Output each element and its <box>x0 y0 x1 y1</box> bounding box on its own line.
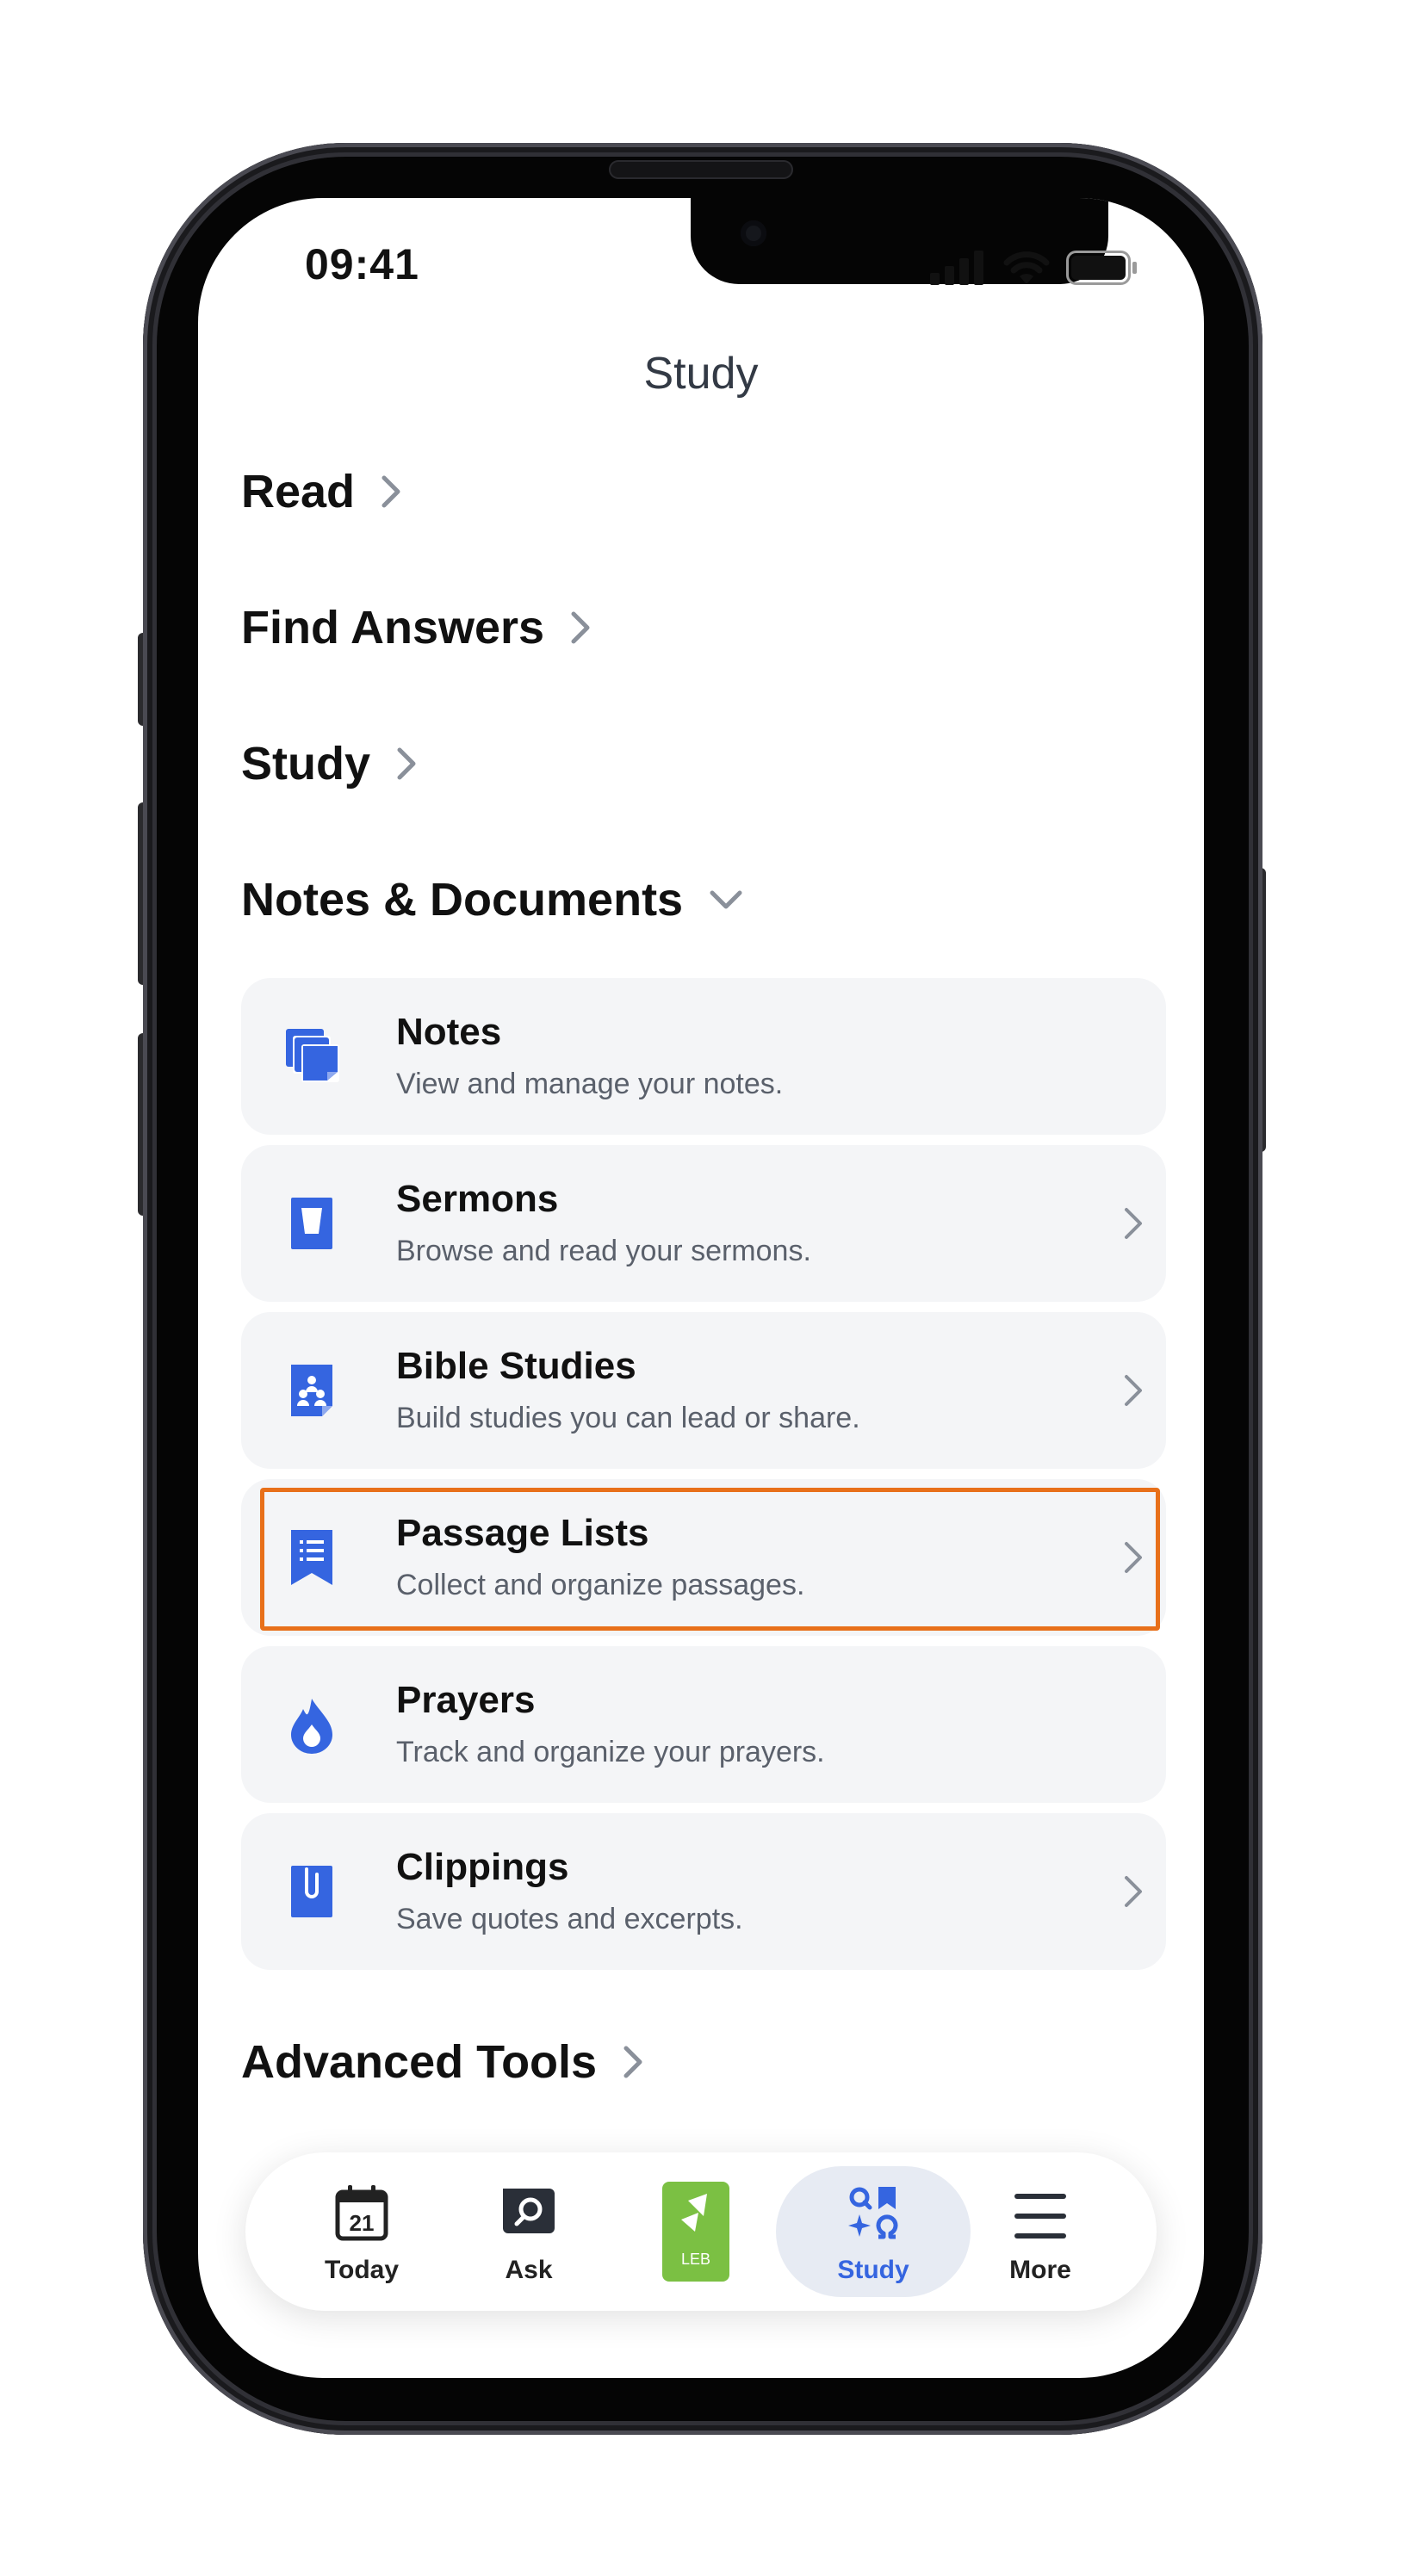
card-subtitle: Save quotes and excerpts. <box>396 1903 743 1935</box>
section-find-answers-label: Find Answers <box>241 602 545 653</box>
card-bible-studies[interactable]: Bible Studies Build studies you can lead… <box>241 1312 1166 1469</box>
chevron-right-icon <box>571 611 590 644</box>
calendar-date: 21 <box>350 2210 375 2236</box>
card-subtitle: Collect and organize passages. <box>396 1569 805 1601</box>
section-study-label: Study <box>241 738 371 790</box>
card-title: Sermons <box>396 1178 559 1220</box>
card-title: Notes <box>396 1011 502 1053</box>
bible-study-icon <box>291 1365 332 1416</box>
status-time: 09:41 <box>305 240 419 288</box>
study-tools-icon <box>848 2187 898 2239</box>
front-camera <box>741 220 766 246</box>
chevron-right-icon <box>382 475 400 508</box>
earpiece-speaker <box>609 160 793 179</box>
card-title: Bible Studies <box>396 1345 636 1387</box>
passage-list-icon <box>291 1530 332 1585</box>
card-subtitle: Track and organize your prayers. <box>396 1736 825 1768</box>
tab-more[interactable]: More <box>958 2152 1122 2311</box>
chevron-right-icon <box>623 2046 642 2078</box>
tab-ask[interactable]: Ask <box>447 2152 611 2311</box>
card-passage-lists[interactable]: Passage Lists Collect and organize passa… <box>241 1479 1166 1636</box>
tab-more-label: More <box>1009 2256 1071 2284</box>
card-subtitle: Browse and read your sermons. <box>396 1235 811 1267</box>
card-sermons[interactable]: Sermons Browse and read your sermons. <box>241 1145 1166 1302</box>
chevron-right-icon <box>397 747 416 780</box>
section-read[interactable]: Read <box>241 465 401 518</box>
prayer-flame-icon <box>291 1699 332 1754</box>
section-find-answers[interactable]: Find Answers <box>241 601 591 654</box>
card-subtitle: Build studies you can lead or share. <box>396 1402 860 1434</box>
card-title: Clippings <box>396 1846 569 1888</box>
battery-icon <box>1066 251 1137 285</box>
bible-version-badge: LEB <box>681 2251 710 2268</box>
tab-ask-label: Ask <box>505 2256 553 2284</box>
section-advanced-tools[interactable]: Advanced Tools <box>241 2035 643 2089</box>
tab-bar: 21 Today Ask LEB Study More <box>245 2152 1157 2311</box>
card-title: Prayers <box>396 1679 536 1721</box>
card-prayers[interactable]: Prayers Track and organize your prayers. <box>241 1646 1166 1803</box>
cellular-signal-icon <box>930 251 983 285</box>
page-title: Study <box>643 349 759 399</box>
tab-bible[interactable]: LEB <box>614 2152 778 2311</box>
card-subtitle: View and manage your notes. <box>396 1068 784 1100</box>
section-advanced-tools-label: Advanced Tools <box>241 2036 598 2088</box>
notes-icon <box>286 1029 339 1082</box>
chevron-right-icon <box>1125 1375 1142 1406</box>
card-notes[interactable]: Notes View and manage your notes. <box>241 978 1166 1135</box>
tab-study[interactable]: Study <box>791 2152 955 2311</box>
section-read-label: Read <box>241 466 356 517</box>
tab-today-label: Today <box>324 2256 400 2284</box>
clipping-icon <box>291 1866 332 1917</box>
menu-icon <box>1014 2194 1066 2239</box>
wifi-icon <box>1003 251 1050 284</box>
section-notes-documents-label: Notes & Documents <box>241 874 684 926</box>
chevron-right-icon <box>1125 1542 1142 1573</box>
screen: 09:41 Study Read Find Answers Study Note… <box>198 198 1204 2378</box>
section-notes-documents[interactable]: Notes & Documents <box>241 873 743 926</box>
chevron-right-icon <box>1125 1208 1142 1239</box>
chevron-down-icon <box>710 890 742 909</box>
chevron-right-icon <box>1125 1876 1142 1907</box>
sermon-icon <box>291 1198 332 1249</box>
tab-study-label: Study <box>837 2256 909 2284</box>
status-icons <box>930 250 1138 286</box>
tab-today[interactable]: 21 Today <box>280 2152 444 2311</box>
calendar-icon: 21 <box>335 2185 388 2241</box>
bible-book-icon: LEB <box>662 2182 729 2282</box>
ask-search-icon <box>503 2189 555 2233</box>
card-title: Passage Lists <box>396 1512 649 1554</box>
section-study[interactable]: Study <box>241 737 417 790</box>
card-clippings[interactable]: Clippings Save quotes and excerpts. <box>241 1813 1166 1970</box>
